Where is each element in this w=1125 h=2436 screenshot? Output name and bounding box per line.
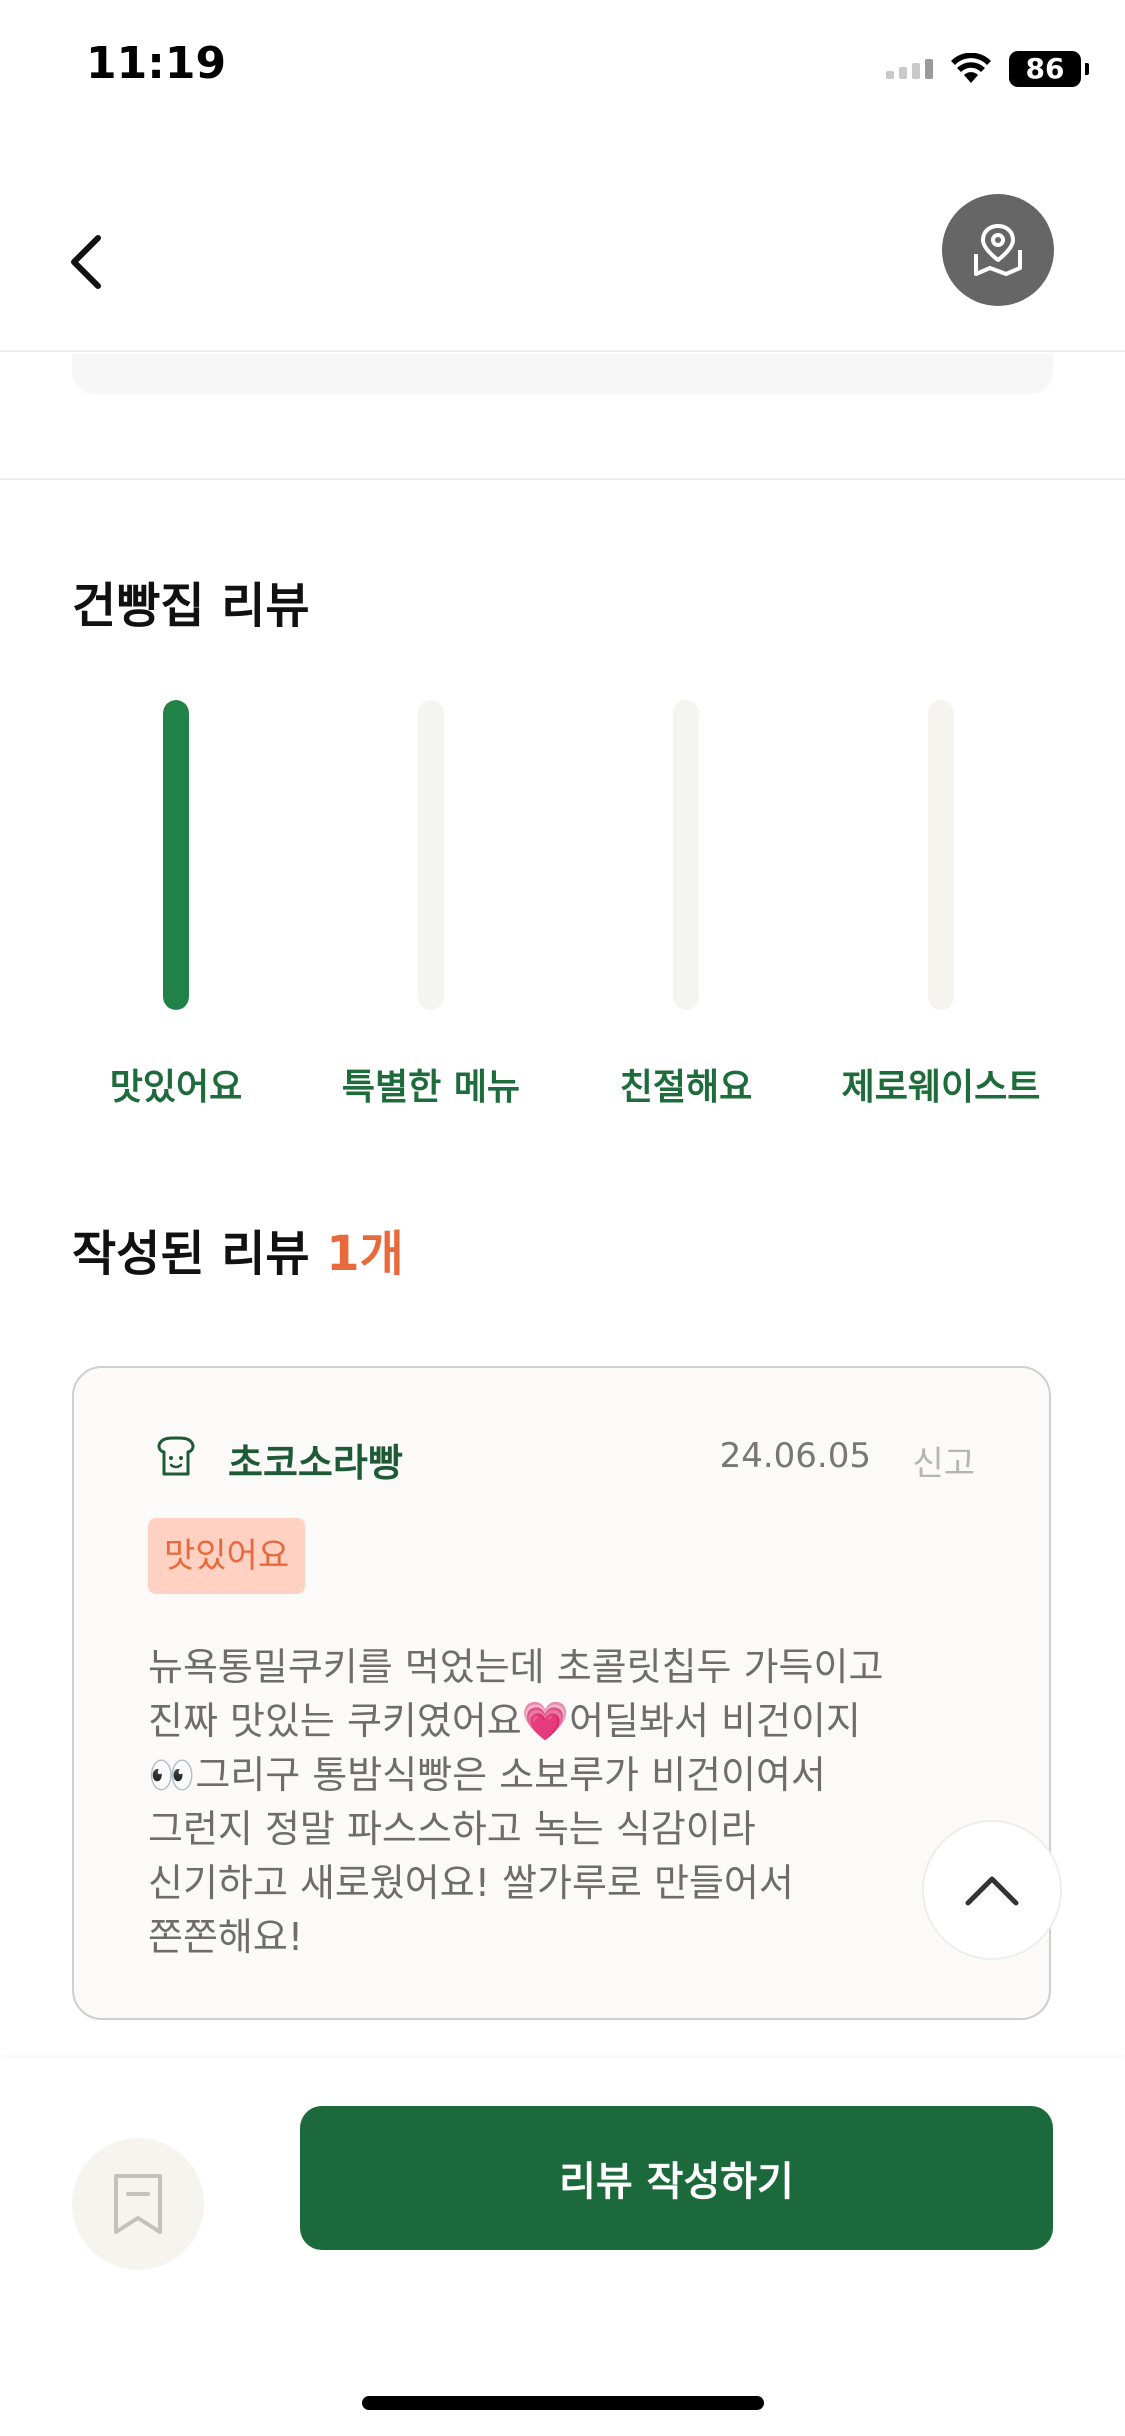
category-bar-track: [418, 700, 444, 1010]
review-text-line: 뉴욕통밀쿠키를 먹었는데 초콜릿칩두 가득이고: [148, 1645, 884, 1689]
bookmark-button[interactable]: [72, 2138, 204, 2270]
category-bar: 맛있어요: [56, 700, 296, 1110]
status-time: 11:19: [86, 38, 227, 89]
bookmark-icon: [114, 2174, 162, 2234]
category-bar-label: 특별한 메뉴: [341, 1067, 521, 1108]
review-text-line: 쫀쫀해요!: [148, 1915, 304, 1959]
review-text: 뉴욕통밀쿠키를 먹었는데 초콜릿칩두 가득이고 진짜 맛있는 쿠키였어요💗어딜봐…: [148, 1640, 978, 1964]
map-button[interactable]: [942, 194, 1054, 306]
review-date: 24.06.05: [719, 1436, 871, 1476]
category-bar-fill: [163, 700, 189, 1010]
review-text-line: 진짜 맛있는 쿠키였어요💗어딜봐서 비건이지: [148, 1699, 861, 1743]
category-bar-label: 맛있어요: [109, 1067, 243, 1108]
category-bar: 특별한 메뉴: [311, 700, 551, 1110]
home-indicator: [362, 2396, 764, 2410]
info-card-bottom: [72, 354, 1053, 394]
review-card: 초코소라빵 24.06.05 신고 맛있어요 뉴욕통밀쿠키를 먹었는데 초콜릿칩…: [72, 1366, 1051, 2020]
bread-icon: [157, 1436, 195, 1476]
section-divider: [0, 478, 1125, 480]
review-text-line: 👀그리구 통밤식빵은 소보루가 비건이여서: [148, 1753, 826, 1797]
review-text-line: 신기하고 새로웠어요! 쌀가루로 만들어서: [148, 1861, 794, 1905]
report-button[interactable]: 신고: [912, 1436, 975, 1485]
review-summary-title: 건빵집 리뷰: [72, 578, 310, 634]
category-bar-track: [163, 700, 189, 1010]
scroll-to-top-button[interactable]: [922, 1820, 1062, 1960]
chevron-up-icon: [965, 1876, 1019, 1906]
category-bar: 친절해요: [566, 700, 806, 1110]
map-pin-icon: [974, 224, 1022, 276]
category-bar-label: 제로웨이스트: [841, 1067, 1041, 1108]
header: [0, 140, 1125, 352]
written-reviews-title: 작성된 리뷰 1개: [72, 1214, 404, 1284]
category-bar-track: [928, 700, 954, 1010]
status-bar: 11:19 86: [0, 0, 1125, 140]
category-bar-track: [673, 700, 699, 1010]
written-reviews-label: 작성된 리뷰: [72, 1226, 310, 1282]
review-count: 1개: [326, 1226, 404, 1282]
reviewer-name[interactable]: 초코소라빵: [228, 1432, 403, 1487]
cellular-signal-icon: [886, 59, 933, 79]
write-review-button[interactable]: 리뷰 작성하기: [300, 2106, 1053, 2250]
back-button[interactable]: [56, 222, 116, 302]
bottom-action-bar: 리뷰 작성하기: [0, 2058, 1125, 2436]
chevron-left-icon: [71, 235, 101, 289]
battery-icon: 86: [1009, 51, 1089, 87]
review-tag-badge: 맛있어요: [148, 1518, 306, 1594]
status-icons: 86: [886, 44, 1089, 94]
review-text-line: 그런지 정말 파스스하고 녹는 식감이라: [148, 1807, 756, 1851]
category-bar: 제로웨이스트: [821, 700, 1061, 1110]
wifi-icon: [951, 53, 991, 83]
category-bar-label: 친절해요: [619, 1067, 753, 1108]
